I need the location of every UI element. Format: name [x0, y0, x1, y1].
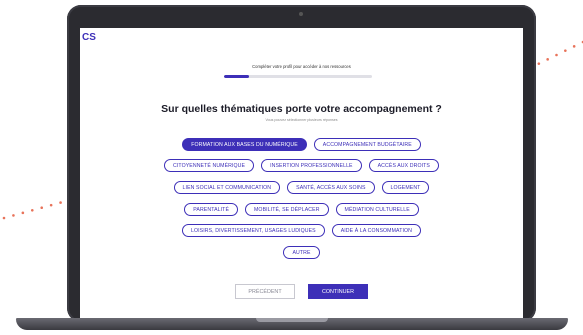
theme-option-pill[interactable]: MOBILITÉ, SE DÉPLACER [245, 203, 329, 216]
options-row: LOISIRS, DIVERTISSEMENT, USAGES LUDIQUES… [80, 224, 523, 237]
options-row: PARENTALITÉ MOBILITÉ, SE DÉPLACER MÉDIATIO… [80, 203, 523, 216]
decorative-dot [21, 211, 25, 215]
laptop-base [16, 318, 568, 330]
continue-button[interactable]: CONTINUER [308, 284, 368, 299]
webcam [299, 12, 303, 16]
laptop-notch [256, 318, 328, 322]
decorative-dot [59, 201, 62, 204]
app-logo[interactable]: CS [82, 32, 96, 43]
theme-option-pill[interactable]: MÉDIATION CULTURELLE [335, 203, 419, 216]
decorative-dot [30, 208, 34, 212]
decorative-dot [49, 203, 53, 207]
decorative-dot [546, 58, 549, 61]
decorative-dot [555, 53, 558, 57]
theme-option-pill[interactable]: FORMATION AUX BASES DU NUMÉRIQUE [182, 138, 307, 151]
theme-option-pill[interactable]: ACCÈS AUX DROITS [368, 159, 439, 172]
question-hint: Vous pouvez sélectionner plusieurs répon… [265, 118, 338, 122]
form-actions: PRÉCÉDENT CONTINUER [80, 284, 523, 299]
theme-option-pill[interactable]: CITOYENNETÉ NUMÉRIQUE [164, 159, 255, 172]
question-title: Sur quelles thématiques porte votre acco… [161, 103, 442, 115]
theme-option-pill[interactable]: PARENTALITÉ [184, 203, 239, 216]
decorative-dot [564, 49, 567, 52]
progress-bar [224, 75, 372, 78]
decorative-dot [12, 214, 15, 217]
decorative-dot [572, 45, 576, 48]
decorative-dot [40, 206, 44, 210]
theme-option-pill[interactable]: LOGEMENT [381, 181, 430, 194]
decorative-dot [537, 62, 541, 65]
laptop-screen: CS Compléter votre profil pour accéder à… [80, 28, 523, 318]
theme-option-pill[interactable]: LOISIRS, DIVERTISSEMENT, USAGES LUDIQUES [182, 224, 325, 237]
theme-option-pill[interactable]: AUTRE [283, 246, 320, 259]
previous-button[interactable]: PRÉCÉDENT [235, 284, 295, 299]
options-row: AUTRE [80, 246, 523, 259]
progress-label: Compléter votre profil pour accéder à no… [252, 64, 351, 69]
options-row: CITOYENNETÉ NUMÉRIQUE INSERTION PROFESSIO… [80, 159, 523, 172]
theme-option-pill[interactable]: AIDE À LA CONSOMMATION [331, 224, 421, 237]
theme-option-pill[interactable]: SANTÉ, ACCÈS AUX SOINS [287, 181, 375, 194]
theme-option-pill[interactable]: LIEN SOCIAL ET COMMUNICATION [173, 181, 281, 194]
options-row: LIEN SOCIAL ET COMMUNICATION SANTÉ, ACCÈS… [80, 181, 523, 194]
theme-option-pill[interactable]: INSERTION PROFESSIONNELLE [261, 159, 362, 172]
progress-fill [224, 75, 250, 78]
options-row: FORMATION AUX BASES DU NUMÉRIQUE ACCOMPAG… [80, 138, 523, 151]
laptop-lid: CS Compléter votre profil pour accéder à… [67, 5, 536, 322]
decorative-dot [2, 216, 6, 220]
theme-option-pill[interactable]: ACCOMPAGNEMENT BUDGÉTAIRE [313, 138, 421, 151]
